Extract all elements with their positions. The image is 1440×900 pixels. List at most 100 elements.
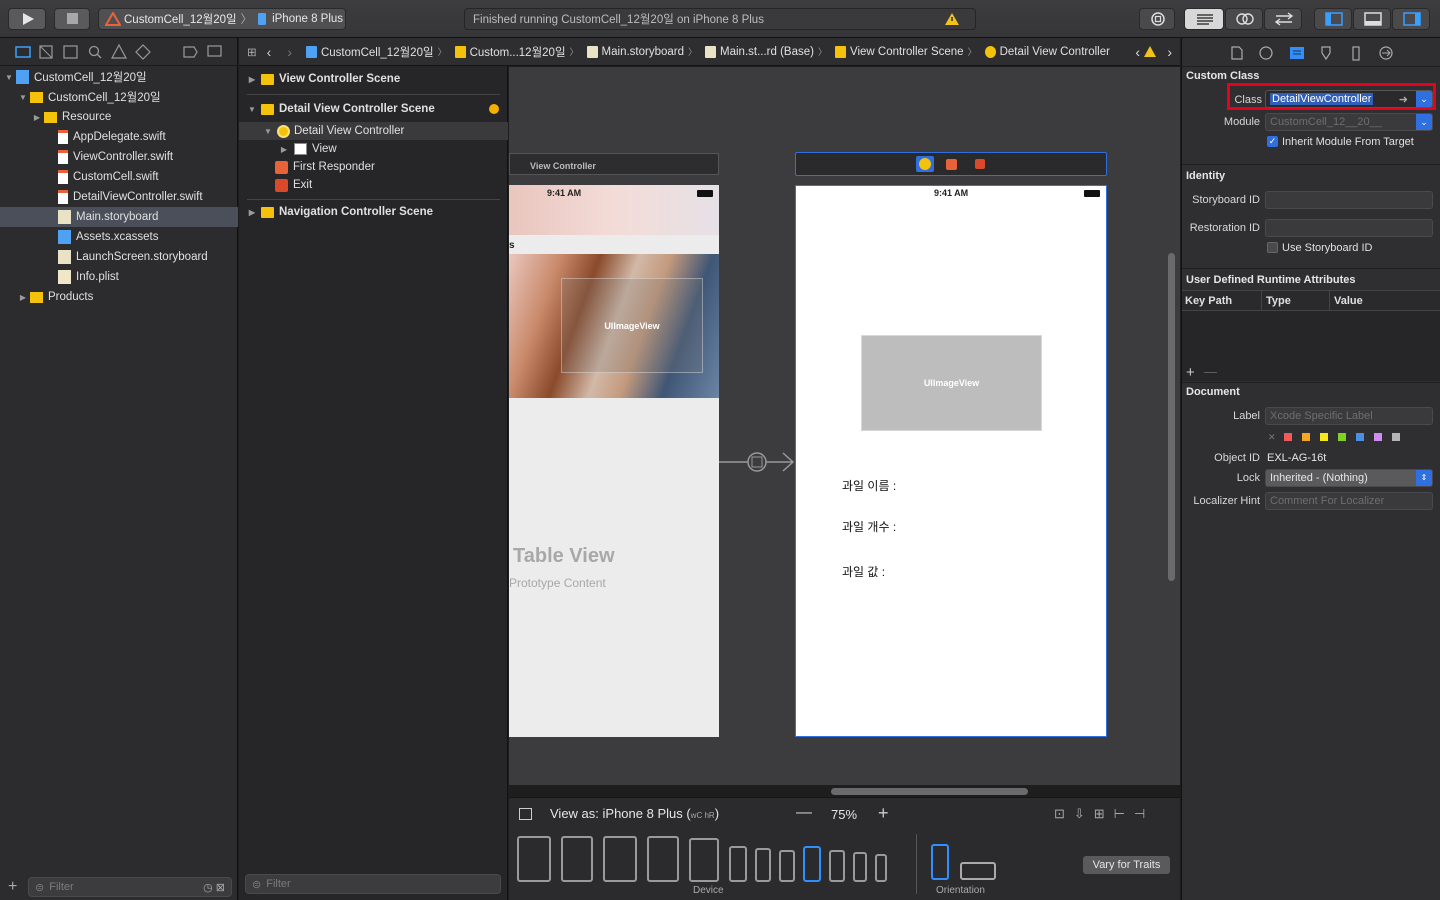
storyboard-id-field[interactable]: [1265, 191, 1433, 209]
horizontal-scrollbar[interactable]: [831, 788, 1028, 795]
jump-bar-crumb[interactable]: Detail View Controller: [984, 45, 1110, 58]
toggle-navigator-button[interactable]: [1314, 8, 1352, 30]
search-tab-icon[interactable]: [88, 45, 102, 59]
source-control-tab-icon[interactable]: [39, 45, 53, 59]
outline-navigation-scene[interactable]: ▶ Navigation Controller Scene: [239, 203, 508, 221]
jump-bar-crumb[interactable]: View Controller Scene 〉: [835, 45, 977, 58]
device-option-icon[interactable]: [755, 848, 771, 882]
navigator-item[interactable]: LaunchScreen.storyboard: [0, 247, 238, 267]
view-controller-icon[interactable]: [919, 158, 931, 170]
restoration-id-field[interactable]: [1265, 219, 1433, 237]
layout-tools[interactable]: ⊡⇩⊞⊢⊣: [1054, 806, 1154, 822]
class-field[interactable]: DetailViewController ➜ ⌄: [1265, 90, 1433, 108]
jump-bar-crumb[interactable]: CustomCell_12월20일 〉: [305, 44, 447, 60]
jump-bar-crumb[interactable]: Main.storyboard 〉: [586, 45, 697, 58]
navigator-item[interactable]: ViewController.swift: [0, 147, 238, 167]
doc-label-field[interactable]: Xcode Specific Label: [1265, 407, 1433, 425]
first-responder-icon[interactable]: [946, 159, 957, 170]
debug-tab-icon[interactable]: [183, 46, 198, 58]
detail-scene-dock[interactable]: [795, 152, 1107, 176]
issue-tab-icon[interactable]: [110, 43, 128, 59]
device-option-icon[interactable]: [689, 838, 719, 882]
prev-issue-icon[interactable]: ‹: [1135, 44, 1140, 60]
navigator-item[interactable]: AppDelegate.swift: [0, 127, 238, 147]
color-swatch[interactable]: [1338, 433, 1346, 441]
color-swatch[interactable]: [1284, 433, 1292, 441]
help-inspector-icon[interactable]: [1259, 46, 1273, 60]
add-icon[interactable]: +: [8, 878, 17, 896]
disclosure-closed-icon[interactable]: ▶: [32, 113, 42, 122]
navigator-filter[interactable]: ⊜ Filter ◷ ⊠: [28, 877, 232, 897]
value-column[interactable]: Value: [1334, 295, 1363, 307]
outline-exit[interactable]: Exit: [239, 176, 508, 194]
navigator-item[interactable]: ▶ Products: [0, 287, 238, 307]
warning-icon[interactable]: [945, 13, 959, 25]
color-swatch[interactable]: [1392, 433, 1400, 441]
assistant-editor-button[interactable]: [1225, 8, 1263, 30]
run-button[interactable]: [8, 8, 46, 30]
detail-view-controller-scene[interactable]: 9:41 AM UIImageView 과일 이름 : 과일 개수 : 과일 값…: [795, 185, 1107, 737]
symbol-tab-icon[interactable]: [63, 45, 78, 59]
vary-for-traits-button[interactable]: Vary for Traits: [1083, 856, 1170, 874]
color-swatch[interactable]: [1356, 433, 1364, 441]
fruit-price-label[interactable]: 과일 값 :: [842, 563, 885, 580]
segue-arrow[interactable]: [719, 447, 799, 477]
device-option-icon[interactable]: [853, 852, 867, 882]
toggle-inspector-button[interactable]: [1392, 8, 1430, 30]
connections-inspector-icon[interactable]: [1379, 46, 1393, 60]
device-option-icon[interactable]: [875, 854, 887, 882]
navigate-arrow-icon[interactable]: ➜: [1399, 93, 1408, 106]
zoom-in-icon[interactable]: +: [878, 803, 889, 824]
zoom-out-icon[interactable]: —: [796, 804, 812, 822]
size-inspector-icon[interactable]: [1352, 46, 1360, 61]
inherit-module-checkbox[interactable]: ✓: [1267, 136, 1278, 147]
navigator-item[interactable]: ▶ Resource: [0, 107, 238, 127]
landscape-orientation-icon[interactable]: [960, 862, 996, 880]
device-option-icon[interactable]: [647, 836, 679, 882]
outline-toggle-icon[interactable]: [519, 808, 532, 820]
version-editor-button[interactable]: [1264, 8, 1302, 30]
related-items-icon[interactable]: ⊞: [247, 45, 257, 59]
color-swatch[interactable]: [1320, 433, 1328, 441]
lock-popup[interactable]: Inherited - (Nothing) ⇕: [1265, 469, 1433, 487]
jump-bar-crumb[interactable]: Custom...12월20일 〉: [454, 44, 579, 60]
forward-icon[interactable]: ›: [287, 44, 292, 60]
navigator-item[interactable]: DetailViewController.swift: [0, 187, 238, 207]
navigator-item[interactable]: Main.storyboard: [0, 207, 238, 227]
file-inspector-icon[interactable]: [1231, 46, 1243, 60]
use-storyboard-id-checkbox[interactable]: [1267, 242, 1278, 253]
color-swatch[interactable]: [1374, 433, 1382, 441]
navigator-item[interactable]: Assets.xcassets: [0, 227, 238, 247]
device-option-icon[interactable]: [517, 836, 551, 882]
module-field[interactable]: CustomCell_12__20__ ⌄: [1265, 113, 1433, 131]
next-issue-icon[interactable]: ›: [1167, 44, 1172, 60]
outline-first-responder[interactable]: First Responder: [239, 158, 508, 176]
navigator-item[interactable]: ▼ CustomCell_12월20일: [0, 87, 238, 107]
color-swatch[interactable]: [1302, 433, 1310, 441]
stop-button[interactable]: [54, 8, 90, 30]
back-icon[interactable]: ‹: [267, 44, 272, 60]
storyboard-canvas[interactable]: View Controller 9:41 AM s UIImageView Ta…: [509, 67, 1180, 785]
vertical-scrollbar[interactable]: [1168, 253, 1175, 581]
folder-tab-icon[interactable]: [15, 46, 31, 58]
runtime-table-body[interactable]: [1182, 311, 1440, 381]
attributes-inspector-icon[interactable]: [1321, 46, 1331, 61]
remove-attribute-icon[interactable]: —: [1204, 364, 1217, 379]
lock-dropdown-icon[interactable]: ⇕: [1416, 470, 1432, 486]
warning-icon[interactable]: [1144, 46, 1156, 57]
fruit-name-label[interactable]: 과일 이름 :: [842, 477, 896, 494]
no-color-icon[interactable]: ✕: [1268, 432, 1276, 443]
device-option-icon[interactable]: [603, 836, 637, 882]
outline-view-controller-scene[interactable]: ▶ View Controller Scene: [239, 70, 508, 88]
outline-detail-view-controller[interactable]: ▼ Detail View Controller: [239, 122, 508, 140]
test-tab-icon[interactable]: [135, 44, 151, 60]
view-controller-scene[interactable]: 9:41 AM s UIImageView Table View Prototy…: [509, 185, 719, 737]
class-dropdown-icon[interactable]: ⌄: [1416, 91, 1432, 107]
standard-editor-button[interactable]: [1184, 8, 1224, 30]
zoom-level[interactable]: 75%: [831, 807, 857, 822]
exit-icon[interactable]: [975, 159, 985, 169]
library-button[interactable]: [1139, 8, 1175, 30]
jump-bar-crumb[interactable]: Main.st...rd (Base) 〉: [705, 45, 827, 58]
cell-imageview[interactable]: UIImageView: [561, 278, 703, 373]
type-column[interactable]: Type: [1266, 295, 1291, 307]
